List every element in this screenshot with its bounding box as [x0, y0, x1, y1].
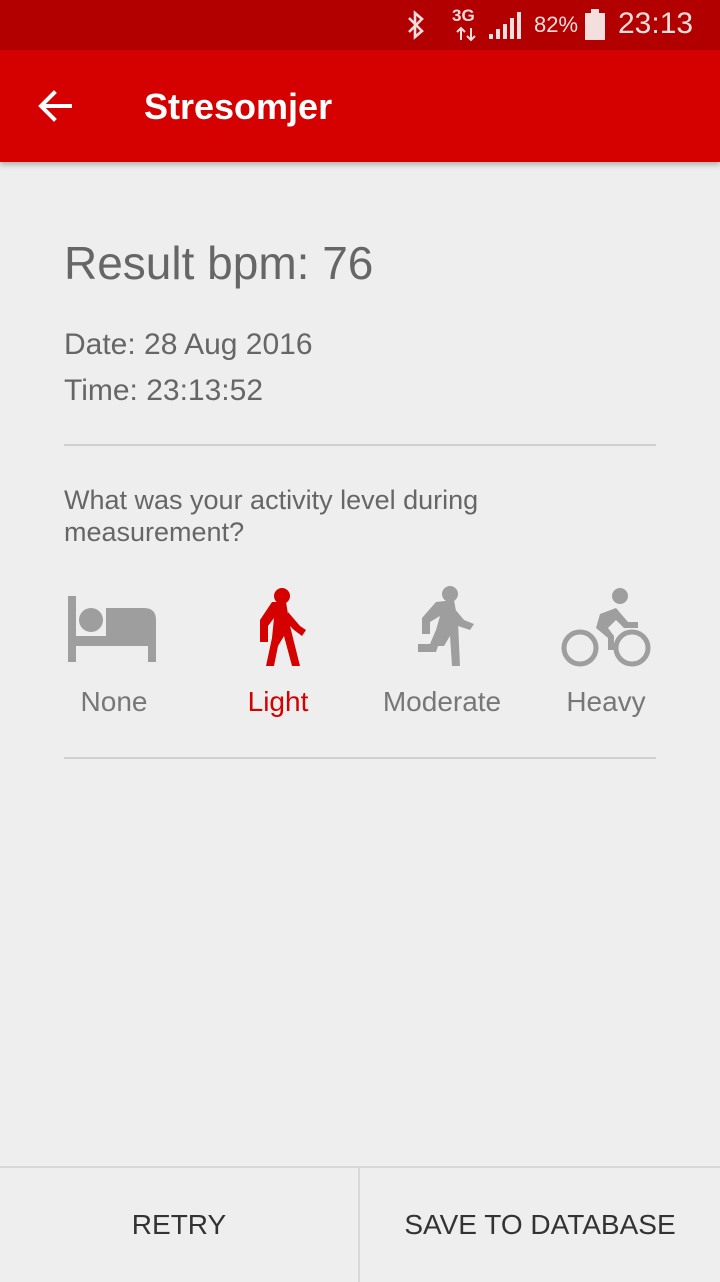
activity-label-moderate: Moderate: [382, 686, 502, 717]
status-bar: 3G 82% 23:13: [0, 0, 720, 50]
activity-label-heavy: Heavy: [566, 686, 646, 717]
activity-option-moderate[interactable]: Moderate: [362, 580, 522, 730]
app-bar: Stresomjer: [0, 50, 720, 162]
result-bpm: Result bpm: 76: [64, 237, 374, 289]
run-icon: [418, 586, 474, 666]
bed-icon: [68, 596, 156, 662]
app-title: Stresomjer: [144, 86, 333, 127]
result-time: Time: 23:13:52: [64, 374, 263, 407]
activity-option-light[interactable]: Light: [198, 580, 358, 730]
retry-button[interactable]: RETRY: [0, 1168, 360, 1282]
arrow-left-icon: [38, 90, 72, 122]
back-button[interactable]: [28, 78, 84, 134]
bluetooth-icon: [408, 10, 424, 40]
divider: [64, 757, 656, 759]
battery-icon: [585, 9, 605, 40]
battery-percent: 82%: [534, 12, 579, 37]
activity-option-none[interactable]: None: [34, 580, 194, 730]
result-date: Date: 28 Aug 2016: [64, 328, 313, 361]
bottom-action-bar: RETRY SAVE TO DATABASE: [0, 1166, 720, 1282]
status-clock: 23:13: [618, 7, 694, 40]
activity-option-heavy[interactable]: Heavy: [526, 580, 686, 730]
network-3g-icon: 3G: [452, 6, 482, 44]
signal-icon: [489, 12, 521, 39]
activity-question: What was your activity level during meas…: [64, 485, 479, 547]
save-to-database-button[interactable]: SAVE TO DATABASE: [360, 1168, 720, 1282]
walk-icon: [260, 588, 306, 666]
activity-label-none: None: [80, 686, 148, 717]
divider: [64, 444, 656, 446]
bike-icon: [561, 588, 651, 667]
activity-label-light: Light: [247, 686, 309, 717]
